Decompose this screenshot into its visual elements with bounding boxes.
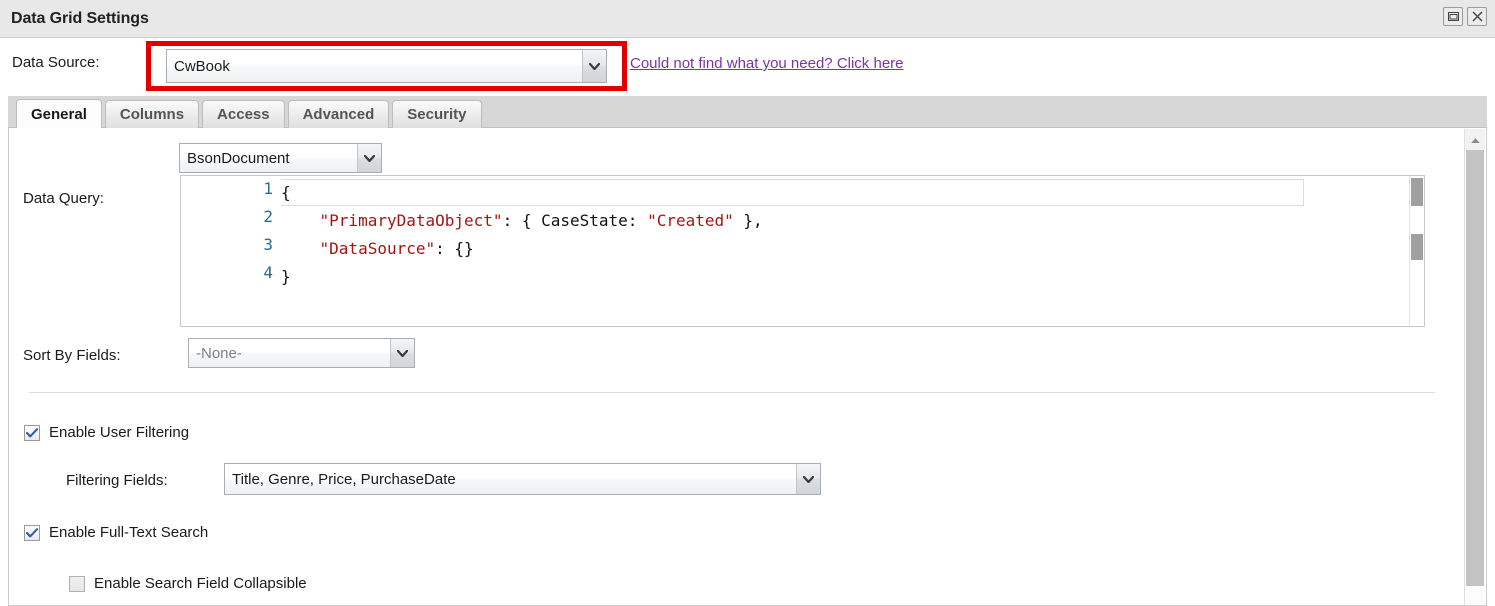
- chevron-down-icon: [796, 464, 820, 494]
- editor-line-numbers: 1 2 3 4: [181, 176, 281, 326]
- line-number: 3: [263, 235, 273, 254]
- tab-columns[interactable]: Columns: [104, 100, 200, 128]
- check-icon: [26, 527, 38, 537]
- enable-user-filtering-checkbox[interactable]: Enable User Filtering: [24, 424, 189, 441]
- close-icon: [1472, 11, 1483, 22]
- code-line: {: [281, 179, 291, 207]
- data-source-label: Data Source:: [12, 54, 100, 71]
- close-button[interactable]: [1467, 7, 1487, 26]
- enable-full-text-search-label: Enable Full-Text Search: [49, 524, 209, 541]
- window-titlebar: Data Grid Settings: [0, 0, 1495, 38]
- sort-by-fields-select[interactable]: -None-: [188, 338, 415, 368]
- code-line: "PrimaryDataObject": { CaseState: "Creat…: [281, 207, 763, 235]
- filtering-fields-value: Title, Genre, Price, PurchaseDate: [232, 470, 456, 488]
- checkbox-box: [24, 424, 40, 441]
- code-line: }: [281, 263, 291, 291]
- data-source-row: Data Source: CwBook Could not find what …: [0, 38, 1495, 91]
- tab-advanced[interactable]: Advanced: [287, 100, 390, 128]
- window-controls: [1443, 7, 1487, 26]
- chevron-up-icon: [1470, 131, 1481, 148]
- restore-button[interactable]: [1443, 7, 1463, 26]
- query-type-value: BsonDocument: [187, 149, 290, 167]
- chevron-down-icon: [390, 339, 414, 367]
- checkbox-box: [24, 524, 40, 541]
- code-token: }: [281, 267, 291, 286]
- sort-by-fields-label: Sort By Fields:: [23, 347, 121, 364]
- code-token: {: [281, 183, 291, 202]
- sort-by-fields-value: -None-: [196, 344, 242, 362]
- enable-search-field-collapsible-checkbox[interactable]: Enable Search Field Collapsible: [69, 575, 307, 592]
- data-query-label: Data Query:: [23, 190, 104, 207]
- query-type-select[interactable]: BsonDocument: [179, 143, 382, 173]
- line-number: 4: [263, 263, 273, 282]
- check-icon: [26, 427, 38, 437]
- chevron-down-icon: [582, 50, 606, 82]
- code-token: "PrimaryDataObject": [319, 211, 503, 230]
- data-source-select[interactable]: CwBook: [166, 49, 607, 83]
- enable-full-text-search-checkbox[interactable]: Enable Full-Text Search: [24, 524, 208, 541]
- line-number: 1: [263, 179, 273, 198]
- code-token: : { CaseState:: [502, 211, 648, 230]
- general-tab-content: BsonDocument Data Query: 1 2 3 4 {"Prim…: [9, 128, 1465, 605]
- checkbox-box: [69, 575, 85, 592]
- code-token: "Created": [647, 211, 734, 230]
- code-token: },: [733, 211, 763, 230]
- general-tab-panel: BsonDocument Data Query: 1 2 3 4 {"Prim…: [8, 128, 1487, 606]
- editor-scrollbar[interactable]: [1409, 176, 1424, 326]
- code-token: "DataSource": [319, 239, 436, 258]
- data-source-help-link[interactable]: Could not find what you need? Click here: [630, 55, 904, 72]
- editor-scrollbar-thumb[interactable]: [1411, 234, 1423, 260]
- data-query-editor[interactable]: 1 2 3 4 { "PrimaryDataObject": { CaseSta…: [180, 175, 1425, 327]
- tab-security[interactable]: Security: [392, 100, 482, 128]
- enable-search-field-collapsible-label: Enable Search Field Collapsible: [94, 575, 307, 592]
- filtering-fields-label: Filtering Fields:: [66, 472, 168, 489]
- restore-icon: [1447, 12, 1459, 21]
- code-token: : {}: [435, 239, 474, 258]
- enable-user-filtering-label: Enable User Filtering: [49, 424, 190, 441]
- tab-access[interactable]: Access: [202, 100, 285, 128]
- code-line: "DataSource": {}: [281, 235, 474, 263]
- editor-code-area[interactable]: { "PrimaryDataObject": { CaseState: "Cre…: [281, 176, 1424, 326]
- scrollbar-up-button[interactable]: [1465, 129, 1485, 150]
- settings-tabs: General Columns Access Advanced Security: [8, 96, 1487, 129]
- scrollbar-thumb[interactable]: [1466, 150, 1484, 586]
- panel-scrollbar[interactable]: [1464, 129, 1485, 605]
- data-grid-settings-dialog: Data Grid Settings Data Source: CwBook C…: [0, 0, 1495, 606]
- tab-general[interactable]: General: [16, 99, 102, 129]
- line-number: 2: [263, 207, 273, 226]
- window-title: Data Grid Settings: [11, 10, 149, 27]
- section-divider: [29, 392, 1435, 393]
- data-source-value: CwBook: [174, 57, 230, 75]
- filtering-fields-select[interactable]: Title, Genre, Price, PurchaseDate: [224, 463, 821, 495]
- chevron-down-icon: [357, 144, 381, 172]
- editor-scrollbar-thumb-top[interactable]: [1411, 178, 1423, 206]
